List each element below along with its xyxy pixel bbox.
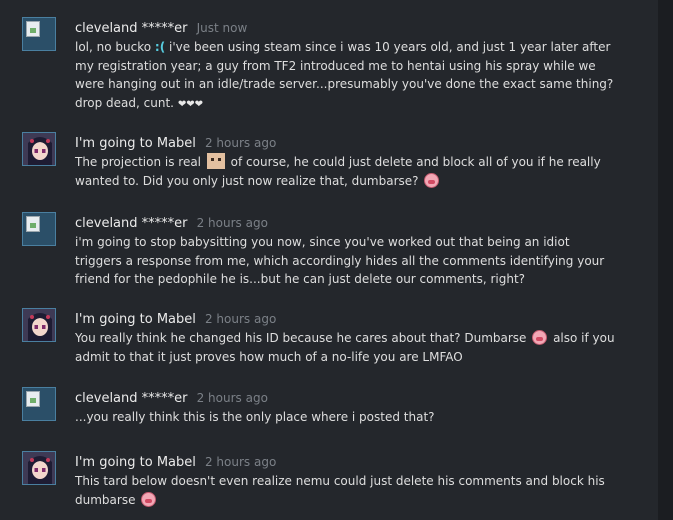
scrollbar-gutter[interactable]: [658, 0, 673, 520]
comment-author[interactable]: I'm going to Mabel: [75, 455, 196, 470]
avatar[interactable]: [22, 212, 56, 246]
comment-text: ...you really think this is the only pla…: [75, 410, 435, 424]
comment-author[interactable]: I'm going to Mabel: [75, 136, 196, 151]
comment-thread: cleveland *****er Just now lol, no bucko…: [0, 0, 658, 520]
anime-girl-avatar-icon: [23, 452, 55, 484]
anime-girl-avatar-icon: [23, 133, 55, 165]
comment-author[interactable]: cleveland *****er: [75, 391, 188, 406]
comment-timestamp: 2 hours ago: [204, 136, 277, 150]
pig-emoticon: [424, 172, 440, 188]
broken-image-icon: [26, 216, 40, 232]
comment-author[interactable]: cleveland *****er: [75, 21, 188, 36]
anime-girl-avatar-icon: [23, 309, 55, 341]
comment-author[interactable]: I'm going to Mabel: [75, 312, 196, 327]
heart-emoji: ❤❤❤: [177, 98, 203, 110]
comment-timestamp: 2 hours ago: [204, 455, 277, 469]
broken-image-icon: [26, 391, 40, 407]
broken-image-icon: [26, 21, 40, 37]
comment-author[interactable]: cleveland *****er: [75, 216, 188, 231]
comment-text: This tard below doesn't even realize nem…: [75, 474, 605, 507]
comment-text: lol, no bucko :( i've been using steam s…: [75, 40, 614, 110]
pig-emoticon: [141, 491, 157, 507]
avatar[interactable]: [22, 17, 56, 51]
avatar[interactable]: [22, 451, 56, 485]
comment-timestamp: Just now: [196, 21, 248, 35]
comment-timestamp: 2 hours ago: [204, 312, 277, 326]
comment-text: You really think he changed his ID becau…: [75, 330, 615, 364]
sad-emoticon: :(: [154, 40, 166, 54]
comment-timestamp: 2 hours ago: [196, 391, 268, 405]
face-emoticon: [206, 153, 225, 169]
pig-emoticon: [532, 330, 548, 345]
comment-timestamp: 2 hours ago: [196, 216, 268, 230]
comment-text: i'm going to stop babysitting you now, s…: [75, 235, 605, 286]
avatar[interactable]: [22, 132, 56, 166]
avatar[interactable]: [22, 308, 56, 342]
comment-text: The projection is real of course, he cou…: [75, 153, 601, 188]
avatar[interactable]: [22, 387, 56, 421]
